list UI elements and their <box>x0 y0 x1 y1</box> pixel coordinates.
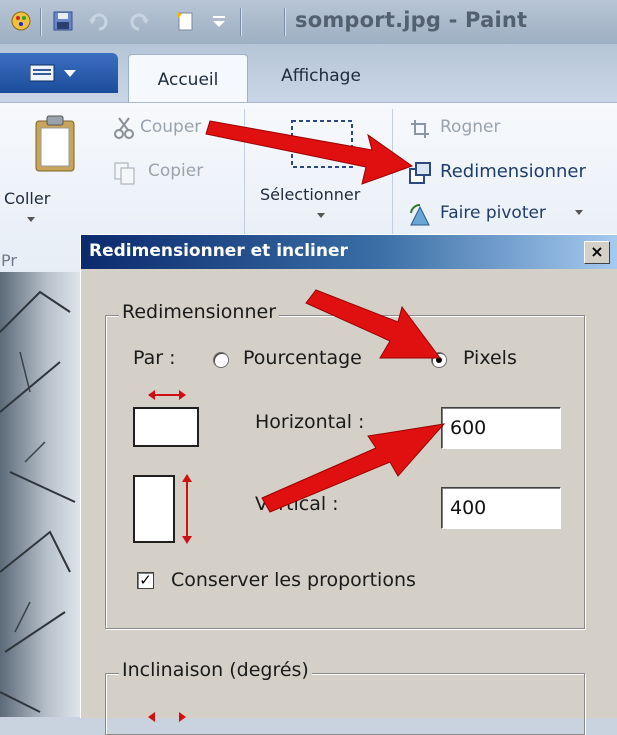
keep-ratio-label[interactable]: Conserver les proportions <box>171 569 416 591</box>
application-menu-button[interactable] <box>0 53 118 93</box>
percentage-label[interactable]: Pourcentage <box>243 347 362 369</box>
rotate-button[interactable]: Faire pivoter <box>440 203 546 223</box>
ribbon-group-separator <box>244 109 245 239</box>
rotate-icon <box>410 203 430 226</box>
skew-arrow-icon <box>148 712 186 722</box>
close-icon: × <box>590 242 604 261</box>
dialog-title-bar[interactable]: Redimensionner et incliner × <box>81 235 617 269</box>
resize-group-label: Redimensionner <box>119 301 280 323</box>
select-button[interactable]: Sélectionner <box>260 185 360 204</box>
pixels-label[interactable]: Pixels <box>463 347 517 369</box>
new-document-icon[interactable] <box>174 10 196 32</box>
percentage-radio[interactable] <box>213 352 229 368</box>
radio-selected-dot <box>436 357 442 363</box>
toolbar-separator <box>40 8 42 36</box>
ribbon-group-separator <box>392 109 393 239</box>
rotate-dropdown-icon[interactable] <box>572 207 586 219</box>
vertical-input[interactable]: 400 <box>441 487 561 529</box>
copy-icon <box>114 162 135 185</box>
crop-button[interactable]: Rogner <box>440 117 500 137</box>
redo-icon[interactable] <box>128 10 150 32</box>
skew-groupbox <box>105 673 585 735</box>
vertical-arrow-icon <box>182 474 192 544</box>
window-title: somport.jpg - Paint <box>295 8 528 32</box>
paste-dropdown-icon[interactable] <box>24 215 38 225</box>
by-label: Par : <box>133 347 176 369</box>
horizontal-page-icon <box>133 407 199 447</box>
dialog-title: Redimensionner et incliner <box>89 241 348 261</box>
paste-button[interactable]: Coller <box>4 189 50 208</box>
cut-button[interactable]: Couper <box>140 117 201 137</box>
paint-app-icon[interactable] <box>10 10 32 32</box>
save-icon[interactable] <box>52 10 74 32</box>
keep-ratio-checkbox[interactable]: ✓ <box>137 572 154 589</box>
crop-icon <box>411 120 429 138</box>
clipboard-icon[interactable] <box>34 115 76 173</box>
resize-skew-dialog: Redimensionner et incliner × Redimension… <box>80 234 617 735</box>
pixels-radio[interactable] <box>431 352 447 368</box>
horizontal-arrow-icon <box>148 390 186 400</box>
toolbar-separator <box>284 8 286 36</box>
window-title-bar: somport.jpg - Paint <box>0 0 617 44</box>
close-button[interactable]: × <box>584 241 610 264</box>
ribbon-tab-row: Accueil Affichage <box>0 44 617 104</box>
checkmark-icon: ✓ <box>139 571 152 589</box>
clipboard-group-label: Pr <box>1 251 17 270</box>
copy-button[interactable]: Copier <box>148 161 203 181</box>
resize-icon <box>409 162 431 184</box>
tab-affichage[interactable]: Affichage <box>258 54 384 98</box>
menu-icon <box>30 64 76 82</box>
tab-accueil[interactable]: Accueil <box>128 54 248 104</box>
scissors-icon <box>114 117 134 139</box>
resize-button[interactable]: Redimensionner <box>440 161 586 182</box>
horizontal-input[interactable]: 600 <box>441 407 561 449</box>
vertical-label: Vertical : <box>255 493 339 515</box>
skew-group-label: Inclinaison (degrés) <box>119 659 312 681</box>
toolbar-separator <box>240 8 242 36</box>
undo-icon[interactable] <box>88 10 110 32</box>
selection-icon[interactable] <box>290 119 354 169</box>
canvas-image-background <box>0 272 80 717</box>
select-dropdown-icon[interactable] <box>314 211 328 221</box>
customize-toolbar-icon[interactable] <box>208 10 230 32</box>
tree-branches-image <box>0 290 76 713</box>
vertical-page-icon <box>133 475 175 543</box>
horizontal-label: Horizontal : <box>255 411 365 433</box>
